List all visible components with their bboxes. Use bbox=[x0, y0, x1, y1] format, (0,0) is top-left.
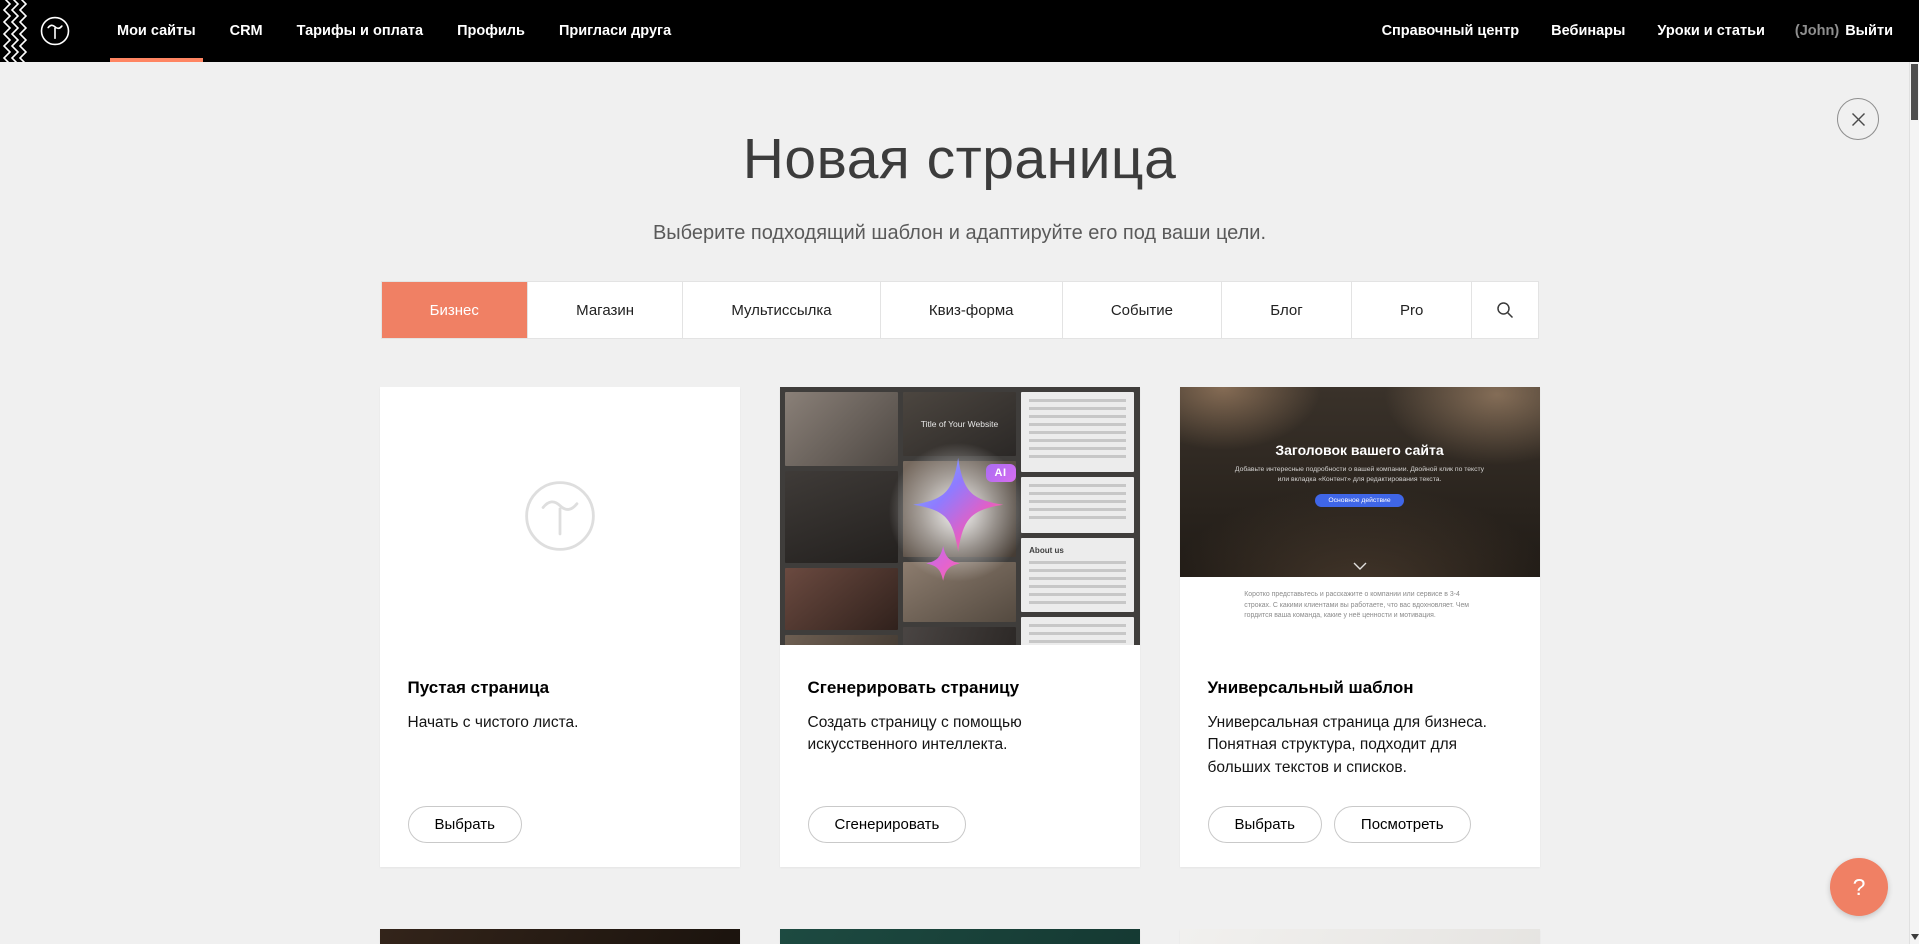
zigzag-icon bbox=[0, 0, 27, 62]
top-navbar: Мои сайты CRM Тарифы и оплата Профиль Пр… bbox=[0, 0, 1919, 62]
template-card-blank: Пустая страница Начать с чистого листа. … bbox=[380, 387, 740, 867]
tab-quiz[interactable]: Квиз-форма bbox=[880, 282, 1062, 338]
user-block: (John) Выйти bbox=[1781, 23, 1893, 39]
template-card-universal: Заголовок вашего сайта Добавьте интересн… bbox=[1180, 387, 1540, 867]
preview-hero: Заголовок вашего сайта Добавьте интересн… bbox=[1180, 387, 1540, 577]
tilda-watermark-icon bbox=[513, 469, 607, 563]
ai-badge: AI bbox=[986, 464, 1016, 482]
template-card bbox=[1180, 929, 1540, 944]
card-title: Сгенерировать страницу bbox=[808, 678, 1112, 698]
user-name: (John) bbox=[1795, 23, 1839, 39]
ai-preview: Title of Your Website About us bbox=[780, 387, 1140, 645]
tab-blog[interactable]: Блог bbox=[1221, 282, 1351, 338]
template-grid: Пустая страница Начать с чистого листа. … bbox=[380, 387, 1540, 944]
secondary-nav: Справочный центр Вебинары Уроки и статьи… bbox=[1366, 0, 1919, 62]
blank-preview bbox=[380, 387, 740, 645]
template-card-preview bbox=[1180, 929, 1540, 944]
template-card bbox=[780, 929, 1140, 944]
template-card-preview bbox=[380, 929, 740, 944]
card-body: Универсальный шаблон Универсальная стран… bbox=[1180, 645, 1540, 867]
tab-business[interactable]: Бизнес bbox=[382, 282, 528, 338]
nav-invite-friend[interactable]: Пригласи друга bbox=[542, 0, 688, 62]
preview-body-text: Коротко представьтесь и расскажите о ком… bbox=[1244, 590, 1474, 622]
chevron-down-icon bbox=[1353, 562, 1367, 570]
main-nav: Мои сайты CRM Тарифы и оплата Профиль Пр… bbox=[100, 0, 688, 62]
card-body: Пустая страница Начать с чистого листа. … bbox=[380, 645, 740, 867]
card-description: Универсальная страница для бизнеса. Поня… bbox=[1208, 712, 1508, 779]
tab-pro[interactable]: Pro bbox=[1351, 282, 1472, 338]
logout-link[interactable]: Выйти bbox=[1845, 23, 1893, 39]
preview-hero-subtitle: Добавьте интересные подробности о вашей … bbox=[1234, 465, 1486, 485]
card-body: Сгенерировать страницу Создать страницу … bbox=[780, 645, 1140, 867]
card-description: Начать с чистого листа. bbox=[408, 712, 708, 734]
universal-preview: Заголовок вашего сайта Добавьте интересн… bbox=[1180, 387, 1540, 645]
template-category-tabs: Бизнес Магазин Мультиссылка Квиз-форма С… bbox=[381, 281, 1539, 339]
card-actions: Выбрать Посмотреть bbox=[1208, 806, 1512, 843]
nav-help-center[interactable]: Справочный центр bbox=[1366, 23, 1536, 39]
card-title: Универсальный шаблон bbox=[1208, 678, 1512, 698]
nav-webinars[interactable]: Вебинары bbox=[1535, 23, 1641, 39]
close-icon bbox=[1851, 112, 1866, 127]
tab-event[interactable]: Событие bbox=[1062, 282, 1221, 338]
template-card bbox=[380, 929, 740, 944]
scrollbar[interactable] bbox=[1909, 62, 1919, 944]
card-title: Пустая страница bbox=[408, 678, 712, 698]
scrollbar-thumb[interactable] bbox=[1911, 64, 1918, 120]
zigzag-pattern bbox=[0, 0, 27, 62]
search-icon bbox=[1495, 300, 1515, 320]
preview-hero-button: Основное действие bbox=[1315, 494, 1403, 507]
card-description: Создать страницу с помощью искусственног… bbox=[808, 712, 1108, 757]
tab-search[interactable] bbox=[1471, 282, 1537, 338]
tilda-logo-icon bbox=[36, 12, 74, 50]
tab-multilink[interactable]: Мультиссылка bbox=[682, 282, 880, 338]
ai-sparkle: AI bbox=[780, 387, 1140, 645]
nav-tariffs[interactable]: Тарифы и оплата bbox=[280, 0, 440, 62]
scroll-down-arrow-icon[interactable] bbox=[1911, 934, 1919, 940]
choose-button[interactable]: Выбрать bbox=[408, 806, 522, 843]
page-title: Новая страница bbox=[0, 62, 1919, 192]
close-button[interactable] bbox=[1837, 98, 1879, 140]
page-content: Новая страница Выберите подходящий шабло… bbox=[0, 62, 1919, 944]
nav-crm[interactable]: CRM bbox=[213, 0, 280, 62]
nav-profile[interactable]: Профиль bbox=[440, 0, 542, 62]
card-actions: Сгенерировать bbox=[808, 806, 1112, 843]
generate-button[interactable]: Сгенерировать bbox=[808, 806, 967, 843]
choose-button[interactable]: Выбрать bbox=[1208, 806, 1322, 843]
nav-lessons[interactable]: Уроки и статьи bbox=[1641, 23, 1780, 39]
preview-hero-title: Заголовок вашего сайта bbox=[1180, 387, 1540, 458]
view-button[interactable]: Посмотреть bbox=[1334, 806, 1471, 843]
tab-shop[interactable]: Магазин bbox=[527, 282, 682, 338]
tilda-logo[interactable] bbox=[36, 12, 74, 50]
nav-my-sites[interactable]: Мои сайты bbox=[100, 0, 213, 62]
preview-text-section: Коротко представьтесь и расскажите о ком… bbox=[1180, 577, 1540, 645]
page-subtitle: Выберите подходящий шаблон и адаптируйте… bbox=[0, 222, 1919, 245]
card-actions: Выбрать bbox=[408, 806, 712, 843]
help-button[interactable]: ? bbox=[1830, 858, 1888, 916]
template-card-preview bbox=[780, 929, 1140, 944]
template-card-ai: Title of Your Website About us bbox=[780, 387, 1140, 867]
